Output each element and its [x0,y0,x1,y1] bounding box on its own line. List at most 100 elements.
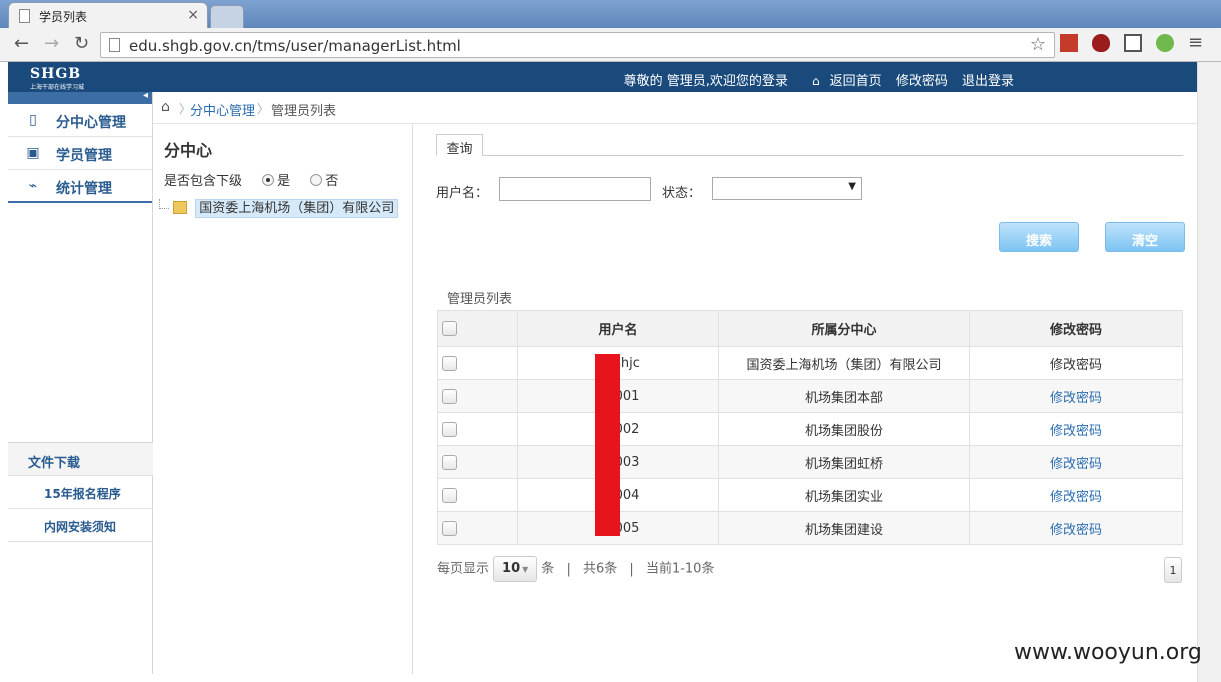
username-label: 用户名： [436,186,489,201]
center-cell: 国资委上海机场（集团）有限公司 [718,346,970,380]
total-count: 共6条 [582,561,618,577]
center-cell: 机场集团虹桥 [718,445,970,479]
status-select[interactable]: ▼ [712,177,862,200]
folder-icon [173,201,188,214]
collapse-arrow-icon[interactable]: ◂ [143,90,148,101]
back-icon[interactable]: ← [14,33,29,54]
table-row: 004 机场集团实业 修改密码 [437,478,1183,512]
forward-icon[interactable]: → [44,33,59,54]
breadcrumb-link[interactable]: 分中心管理 [190,100,255,119]
column-header[interactable]: 用户名 [517,310,719,347]
browser-tab[interactable]: 学员列表 × [8,2,208,28]
row-check-cell [437,346,518,380]
browser-toolbar: ← → ↻ edu.shgb.gov.cn/tms/user/managerLi… [0,28,1221,62]
close-tab-icon[interactable]: × [187,7,199,23]
per-page-unit: 条 [541,561,555,577]
page-size-value: 10 [502,561,521,576]
change-password-link[interactable]: 修改密码 [1050,523,1102,538]
download-link[interactable]: 15年报名程序 [8,476,153,509]
downloads-section: 文件下载 15年报名程序 内网安装须知 [8,442,153,542]
sidebar-item-students[interactable]: ▣ 学员管理 [8,137,152,170]
radio-yes-label: 是 [277,174,291,189]
address-bar[interactable]: edu.shgb.gov.cn/tms/user/managerList.htm… [100,32,1055,58]
table-row: 005 机场集团建设 修改密码 [437,511,1183,545]
page-size-select[interactable]: 10 ▼ [493,556,538,582]
sidebar-item-branch[interactable]: ▯ 分中心管理 [8,104,152,137]
row-checkbox[interactable] [442,355,457,371]
download-link[interactable]: 内网安装须知 [8,509,153,542]
home-icon[interactable]: ⌂ [161,99,170,115]
status-icon[interactable] [1156,34,1174,52]
search-button[interactable]: 搜索 [999,222,1079,252]
breadcrumb: ⌂ 〉 分中心管理 〉 管理员列表 [153,92,1197,124]
change-password-link[interactable]: 修改密码 [1050,490,1102,505]
row-checkbox[interactable] [442,454,457,470]
radio-yes[interactable] [262,174,275,186]
tab-divider [436,155,1183,156]
home-link-label: 返回首页 [829,74,882,89]
column-header[interactable]: 所属分中心 [718,310,970,347]
radio-no[interactable] [310,174,323,186]
home-link[interactable]: ⌂ 返回首页 [802,74,882,89]
list-title: 管理员列表 [447,292,513,307]
column-header[interactable]: 修改密码 [969,310,1183,347]
tree-title: 分中心 [164,141,213,160]
per-page-label: 每页显示 [437,561,490,577]
row-check-cell [437,379,518,413]
tree-node[interactable]: 国资委上海机场（集团）有限公司 [159,197,399,218]
reload-icon[interactable]: ↻ [74,33,89,54]
new-tab-button[interactable] [210,5,244,28]
change-password-cell: 修改密码 [969,346,1183,380]
menu-icon[interactable]: ≡ [1188,32,1203,53]
extension-icon[interactable] [1060,34,1078,52]
row-checkbox[interactable] [442,421,457,437]
row-checkbox[interactable] [442,520,457,536]
clear-button[interactable]: 清空 [1105,222,1185,252]
center-cell: 机场集团建设 [718,511,970,545]
sidebar-item-label: 学员管理 [56,148,112,164]
radio-no-label: 否 [325,174,339,189]
change-password-link[interactable]: 修改密码 [1050,391,1102,406]
change-password-link[interactable]: 修改密码 [1050,358,1102,373]
pager-divider: | [629,561,634,577]
center-cell: 机场集团本部 [718,379,970,413]
row-check-cell [437,478,518,512]
page-number-button[interactable]: 1 [1164,557,1182,583]
sidebar-item-statistics[interactable]: ⌁ 统计管理 [8,170,152,203]
welcome-text: 尊敬的 管理员,欢迎您的登录 [623,74,788,89]
table-row: shjc 国资委上海机场（集团）有限公司 修改密码 [437,346,1183,380]
downloads-title: 文件下载 [8,443,153,476]
change-password-link[interactable]: 修改密码 [896,74,948,89]
admin-table: 用户名 所属分中心 修改密码 shjc 国资委上海机场（集团）有限公司 修改密码… [437,310,1183,545]
breadcrumb-current: 管理员列表 [271,104,337,119]
pager-divider: | [566,561,571,577]
row-checkbox[interactable] [442,388,457,404]
logout-link[interactable]: 退出登录 [962,74,1014,89]
row-check-cell [437,412,518,446]
table-row: 003 机场集团虹桥 修改密码 [437,445,1183,479]
change-password-link[interactable]: 修改密码 [1050,424,1102,439]
watermark: www.wooyun.org [1014,640,1202,665]
tree-node-label[interactable]: 国资委上海机场（集团）有限公司 [195,199,399,218]
current-range: 当前1-10条 [645,561,715,577]
site-header: SHGB 上海干部在线学习城 尊敬的 管理员,欢迎您的登录 ⌂ 返回首页 修改密码… [8,62,1197,92]
main-panel: 查询 用户名： 状态： ▼ 搜索 清空 管理员列表 用户名 所属分中心 修改密码… [413,124,1197,674]
status-label: 状态： [662,186,702,201]
sidebar-item-label: 统计管理 [56,181,112,197]
site-logo[interactable]: SHGB 上海干部在线学习城 [30,66,84,91]
table-header-row: 用户名 所属分中心 修改密码 [437,310,1183,347]
mail-icon[interactable] [1124,34,1142,52]
redaction-block [595,354,620,536]
bookmark-star-icon[interactable]: ☆ [1030,34,1046,55]
username-input[interactable] [499,177,651,201]
dropdown-arrow-icon: ▼ [848,181,856,192]
select-all-checkbox[interactable] [442,321,457,336]
chevron-down-icon: ▼ [522,565,529,574]
sidebar-collapse-bar[interactable]: ◂ [8,90,152,104]
chart-icon: ⌁ [28,178,38,194]
tab-query[interactable]: 查询 [436,134,483,157]
ublock-icon[interactable] [1092,34,1110,52]
change-password-link[interactable]: 修改密码 [1050,457,1102,472]
row-checkbox[interactable] [442,487,457,503]
include-children-row: 是否包含下级 是 否 [164,170,338,189]
